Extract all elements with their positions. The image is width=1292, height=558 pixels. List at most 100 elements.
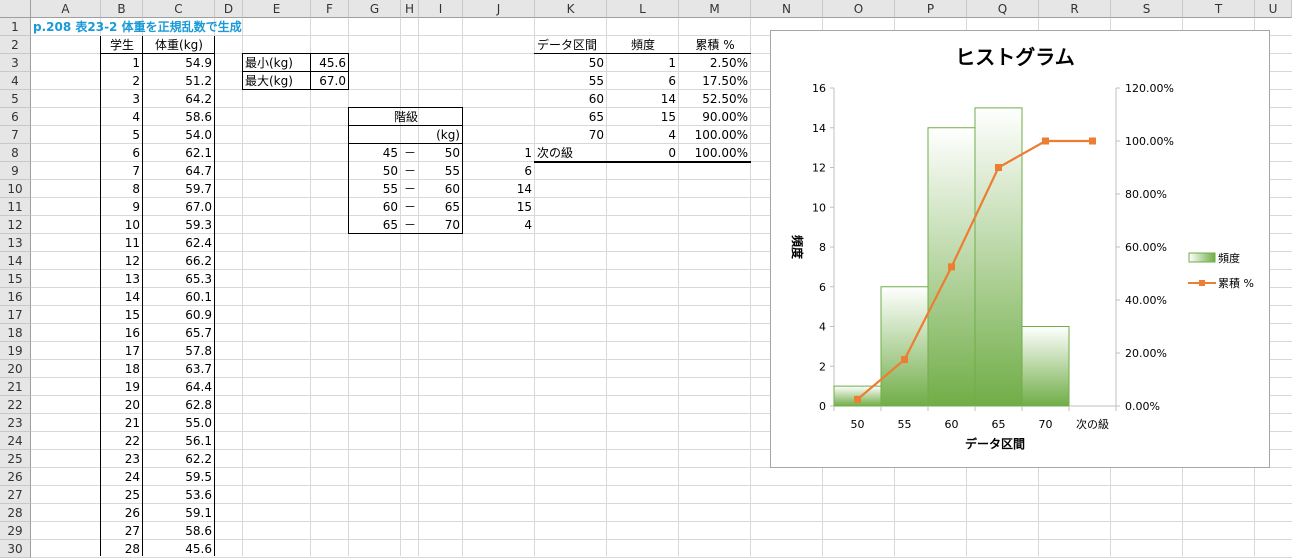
row-header-4[interactable]: 4 xyxy=(0,72,31,90)
class-count[interactable]: 14 xyxy=(463,180,535,198)
weight-cell[interactable]: 59.3 xyxy=(143,216,215,234)
class-count[interactable]: 15 xyxy=(463,198,535,216)
class-header[interactable]: 階級 xyxy=(349,108,463,126)
weight-cell[interactable]: 62.4 xyxy=(143,234,215,252)
row-header-11[interactable]: 11 xyxy=(0,198,31,216)
freq-count-cell[interactable]: 14 xyxy=(607,90,679,108)
row-header-5[interactable]: 5 xyxy=(0,90,31,108)
student-id-cell[interactable]: 6 xyxy=(101,144,143,162)
row-header-28[interactable]: 28 xyxy=(0,504,31,522)
row-header-30[interactable]: 30 xyxy=(0,540,31,558)
row-header-10[interactable]: 10 xyxy=(0,180,31,198)
column-header-b[interactable]: B xyxy=(101,0,143,18)
column-header-m[interactable]: M xyxy=(679,0,751,18)
freq-bin-cell[interactable]: 60 xyxy=(535,90,607,108)
row-header-3[interactable]: 3 xyxy=(0,54,31,72)
student-id-cell[interactable]: 8 xyxy=(101,180,143,198)
class-dash[interactable]: － xyxy=(401,216,419,234)
freq-bin-cell[interactable]: 55 xyxy=(535,72,607,90)
column-header-i[interactable]: I xyxy=(419,0,463,18)
weight-cell[interactable]: 51.2 xyxy=(143,72,215,90)
class-count[interactable]: 6 xyxy=(463,162,535,180)
column-header-o[interactable]: O xyxy=(823,0,895,18)
row-header-6[interactable]: 6 xyxy=(0,108,31,126)
student-id-cell[interactable]: 17 xyxy=(101,342,143,360)
weight-cell[interactable]: 62.8 xyxy=(143,396,215,414)
class-dash[interactable]: － xyxy=(401,144,419,162)
weight-cell[interactable]: 64.4 xyxy=(143,378,215,396)
header-student[interactable]: 学生 xyxy=(101,36,143,54)
class-upper-bound[interactable]: 55 xyxy=(419,162,463,180)
row-header-2[interactable]: 2 xyxy=(0,36,31,54)
row-header-19[interactable]: 19 xyxy=(0,342,31,360)
weight-cell[interactable]: 63.7 xyxy=(143,360,215,378)
row-header-1[interactable]: 1 xyxy=(0,18,31,36)
freq-header-bin[interactable]: データ区間 xyxy=(535,36,607,54)
weight-cell[interactable]: 60.1 xyxy=(143,288,215,306)
row-header-18[interactable]: 18 xyxy=(0,324,31,342)
weight-cell[interactable]: 64.2 xyxy=(143,90,215,108)
class-lower-bound[interactable]: 50 xyxy=(349,162,401,180)
student-id-cell[interactable]: 24 xyxy=(101,468,143,486)
row-header-27[interactable]: 27 xyxy=(0,486,31,504)
column-header-k[interactable]: K xyxy=(535,0,607,18)
freq-bin-cell[interactable]: 65 xyxy=(535,108,607,126)
row-header-8[interactable]: 8 xyxy=(0,144,31,162)
student-id-cell[interactable]: 18 xyxy=(101,360,143,378)
header-weight[interactable]: 体重(kg) xyxy=(143,36,215,54)
student-id-cell[interactable]: 3 xyxy=(101,90,143,108)
weight-cell[interactable]: 62.1 xyxy=(143,144,215,162)
freq-count-cell[interactable]: 1 xyxy=(607,54,679,72)
freq-bin-cell[interactable]: 70 xyxy=(535,126,607,144)
row-header-21[interactable]: 21 xyxy=(0,378,31,396)
row-header-12[interactable]: 12 xyxy=(0,216,31,234)
freq-count-cell[interactable]: 4 xyxy=(607,126,679,144)
weight-cell[interactable]: 66.2 xyxy=(143,252,215,270)
student-id-cell[interactable]: 20 xyxy=(101,396,143,414)
class-upper-bound[interactable]: 70 xyxy=(419,216,463,234)
row-header-15[interactable]: 15 xyxy=(0,270,31,288)
student-id-cell[interactable]: 22 xyxy=(101,432,143,450)
weight-cell[interactable]: 65.7 xyxy=(143,324,215,342)
freq-cum-cell[interactable]: 90.00% xyxy=(679,108,751,126)
student-id-cell[interactable]: 14 xyxy=(101,288,143,306)
weight-cell[interactable]: 45.6 xyxy=(143,540,215,558)
student-id-cell[interactable]: 16 xyxy=(101,324,143,342)
class-dash[interactable]: － xyxy=(401,198,419,216)
freq-count-cell[interactable]: 0 xyxy=(607,144,679,162)
row-header-9[interactable]: 9 xyxy=(0,162,31,180)
row-header-24[interactable]: 24 xyxy=(0,432,31,450)
weight-cell[interactable]: 59.7 xyxy=(143,180,215,198)
row-header-29[interactable]: 29 xyxy=(0,522,31,540)
column-header-j[interactable]: J xyxy=(463,0,535,18)
min-label[interactable]: 最小(kg) xyxy=(243,54,311,72)
class-lower-bound[interactable]: 55 xyxy=(349,180,401,198)
column-header-a[interactable]: A xyxy=(31,0,101,18)
student-id-cell[interactable]: 2 xyxy=(101,72,143,90)
weight-cell[interactable]: 65.3 xyxy=(143,270,215,288)
weight-cell[interactable]: 59.1 xyxy=(143,504,215,522)
row-header-20[interactable]: 20 xyxy=(0,360,31,378)
row-header-16[interactable]: 16 xyxy=(0,288,31,306)
row-header-25[interactable]: 25 xyxy=(0,450,31,468)
row-header-26[interactable]: 26 xyxy=(0,468,31,486)
weight-cell[interactable]: 56.1 xyxy=(143,432,215,450)
weight-cell[interactable]: 62.2 xyxy=(143,450,215,468)
column-header-n[interactable]: N xyxy=(751,0,823,18)
student-id-cell[interactable]: 11 xyxy=(101,234,143,252)
freq-cum-cell[interactable]: 100.00% xyxy=(679,144,751,162)
column-header-h[interactable]: H xyxy=(401,0,419,18)
weight-cell[interactable]: 67.0 xyxy=(143,198,215,216)
column-header-t[interactable]: T xyxy=(1183,0,1255,18)
max-label[interactable]: 最大(kg) xyxy=(243,72,311,90)
max-value[interactable]: 67.0 xyxy=(311,72,349,90)
column-header-d[interactable]: D xyxy=(215,0,243,18)
freq-cum-cell[interactable]: 17.50% xyxy=(679,72,751,90)
freq-header-cum[interactable]: 累積 % xyxy=(679,36,751,54)
column-header-s[interactable]: S xyxy=(1111,0,1183,18)
row-header-22[interactable]: 22 xyxy=(0,396,31,414)
row-header-14[interactable]: 14 xyxy=(0,252,31,270)
row-header-7[interactable]: 7 xyxy=(0,126,31,144)
freq-cum-cell[interactable]: 52.50% xyxy=(679,90,751,108)
student-id-cell[interactable]: 10 xyxy=(101,216,143,234)
